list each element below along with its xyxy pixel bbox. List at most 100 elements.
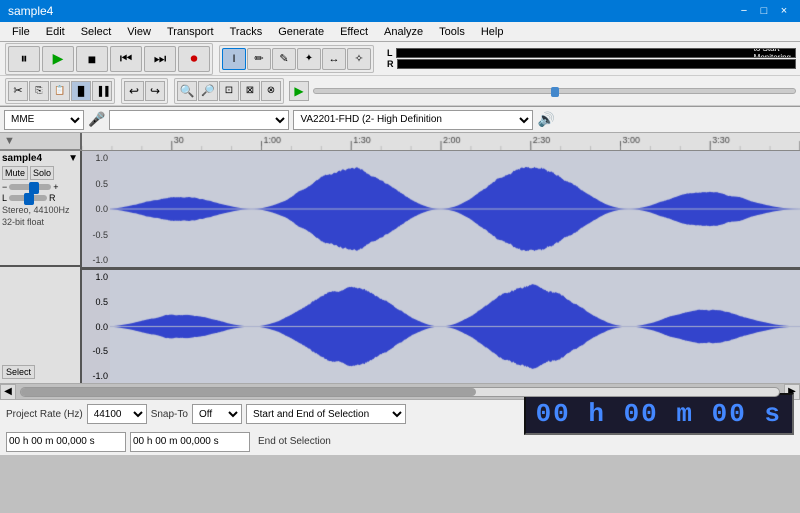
pause-button[interactable]: ⏸ [8, 46, 40, 72]
scrollbar-thumb[interactable] [21, 388, 476, 396]
meter-l-label: L [387, 48, 393, 58]
y-label-m1: -1.0 [82, 255, 110, 265]
selection-start-input[interactable] [6, 432, 126, 452]
timeshift-tool[interactable]: ↔ [322, 48, 346, 70]
y-label-b1: 1.0 [82, 272, 110, 282]
solo-button[interactable]: Solo [30, 166, 54, 180]
maximize-button[interactable]: □ [756, 3, 772, 19]
paste-button[interactable]: 📋 [50, 81, 70, 101]
select-button[interactable]: Select [2, 365, 35, 379]
l-meter[interactable]: -54 -48 -42 Click to Start Monitoring -1… [396, 48, 797, 58]
host-select[interactable]: MME [4, 110, 84, 130]
menu-transport[interactable]: Transport [159, 24, 222, 40]
track-name[interactable]: sample4 [2, 153, 42, 164]
waveform-area: 1.0 0.5 0.0 -0.5 -1.0 1.0 0.5 0.0 -0.5 -… [82, 151, 800, 383]
record-button[interactable]: ⏺ [178, 46, 210, 72]
y-label-m05: -0.5 [82, 230, 110, 240]
menu-file[interactable]: File [4, 24, 38, 40]
menu-help[interactable]: Help [473, 24, 512, 40]
redo-button[interactable]: ↪ [145, 81, 165, 101]
track-collapse[interactable]: ▼ [68, 153, 78, 164]
tools-section: I ✏ ✎ ✦ ↔ ✧ [219, 45, 374, 73]
zoom-section: 🔍 🔎 ⊡ ⊠ ⊗ [174, 78, 284, 104]
ruler-arrow[interactable]: ▼ [0, 135, 15, 147]
zoom-out-button[interactable]: 🔎 [198, 81, 218, 101]
project-rate-select[interactable]: 44100 [87, 404, 147, 424]
menu-tools[interactable]: Tools [431, 24, 473, 40]
stop-button[interactable]: ■ [76, 46, 108, 72]
zoom-fit-button[interactable]: ⊡ [219, 81, 239, 101]
end-of-selection-label: End ot Selection [258, 436, 331, 447]
play-rate-button[interactable]: ▶ [289, 81, 309, 101]
skip-back-button[interactable]: ⏮ [110, 46, 142, 72]
playback-rate-area: ▶ [289, 81, 796, 101]
scroll-left-button[interactable]: ◀ [0, 384, 16, 400]
selection-type-select[interactable]: Start and End of Selection [246, 404, 406, 424]
draw-tool[interactable]: ✎ [272, 48, 296, 70]
undo-section: ↩ ↪ [121, 78, 168, 104]
input-device-select[interactable] [109, 110, 289, 130]
timeline-ruler: ▼ [0, 133, 800, 151]
selection-tool[interactable]: I [222, 48, 246, 70]
bottom-row-1: Project Rate (Hz) 44100 Snap-To Off Star… [0, 400, 800, 428]
cut-button[interactable]: ✂ [8, 81, 28, 101]
silence-button[interactable]: ▐▐ [92, 81, 112, 101]
menu-view[interactable]: View [119, 24, 159, 40]
menubar: File Edit Select View Transport Tracks G… [0, 22, 800, 42]
y-label-b05: 0.5 [82, 297, 110, 307]
menu-analyze[interactable]: Analyze [376, 24, 431, 40]
transport-controls: ⏸ ▶ ■ ⏮ ⏭ ⏺ [5, 43, 213, 75]
mic-icon: 🎤 [88, 111, 105, 128]
bottom-row-2: End ot Selection [0, 428, 800, 455]
y-label-05: 0.5 [82, 179, 110, 189]
multi-tool[interactable]: ✧ [347, 48, 371, 70]
click-to-monitor-label: Click to Start Monitoring [754, 48, 791, 58]
track-info: Stereo, 44100Hz 32-bit float [2, 205, 78, 228]
bottom-bar: Project Rate (Hz) 44100 Snap-To Off Star… [0, 399, 800, 455]
scrollbar-track[interactable] [20, 387, 780, 397]
y-label-bm1: -1.0 [82, 371, 110, 381]
titlebar-title: sample4 [8, 4, 53, 18]
meter-r-label: R [387, 59, 394, 69]
waveform-bottom[interactable]: 1.0 0.5 0.0 -0.5 -1.0 [82, 270, 800, 383]
snap-to-select[interactable]: Off [192, 404, 242, 424]
mute-button[interactable]: Mute [2, 166, 28, 180]
skip-end-button[interactable]: ⏭ [144, 46, 176, 72]
gain-slider[interactable] [9, 184, 51, 190]
gain-plus-icon[interactable]: + [53, 182, 58, 192]
gain-minus-icon[interactable]: − [2, 182, 7, 192]
menu-edit[interactable]: Edit [38, 24, 73, 40]
main-toolbar: ⏸ ▶ ■ ⏮ ⏭ ⏺ I ✏ ✎ ✦ ↔ ✧ L -54 -48 -42 Cl… [0, 42, 800, 107]
waveform-bottom-canvas[interactable] [110, 270, 800, 383]
trim-button[interactable]: ▐▌ [71, 81, 91, 101]
menu-effect[interactable]: Effect [332, 24, 376, 40]
time-value: 00 h 00 m 00 s [536, 399, 782, 429]
menu-select[interactable]: Select [73, 24, 120, 40]
playback-rate-slider[interactable] [313, 88, 796, 94]
undo-button[interactable]: ↩ [124, 81, 144, 101]
menu-generate[interactable]: Generate [270, 24, 332, 40]
project-rate-label: Project Rate (Hz) [6, 409, 83, 420]
zoom-tool[interactable]: ✦ [297, 48, 321, 70]
zoom-tog-button[interactable]: ⊗ [261, 81, 281, 101]
y-label-1: 1.0 [82, 153, 110, 163]
y-label-b0: 0.0 [82, 322, 110, 332]
edit-section: ✂ ⎘ 📋 ▐▌ ▐▐ [5, 78, 115, 104]
output-device-select[interactable]: VA2201-FHD (2- High Definition [293, 110, 533, 130]
minimize-button[interactable]: − [736, 3, 752, 19]
close-button[interactable]: × [776, 3, 792, 19]
envelope-tool[interactable]: ✏ [247, 48, 271, 70]
waveform-top[interactable]: 1.0 0.5 0.0 -0.5 -1.0 [82, 151, 800, 267]
r-meter[interactable] [397, 59, 797, 69]
play-button[interactable]: ▶ [42, 46, 74, 72]
menu-tracks[interactable]: Tracks [222, 24, 271, 40]
zoom-in-button[interactable]: 🔍 [177, 81, 197, 101]
zoom-sel-button[interactable]: ⊠ [240, 81, 260, 101]
selection-end-input[interactable] [130, 432, 250, 452]
y-label-bm05: -0.5 [82, 346, 110, 356]
pan-slider[interactable] [9, 195, 47, 201]
snap-to-label: Snap-To [151, 409, 188, 420]
waveform-top-canvas[interactable] [110, 151, 800, 267]
track-controls-top: sample4 ▼ Mute Solo − + L R [0, 151, 80, 267]
copy-button[interactable]: ⎘ [29, 81, 49, 101]
